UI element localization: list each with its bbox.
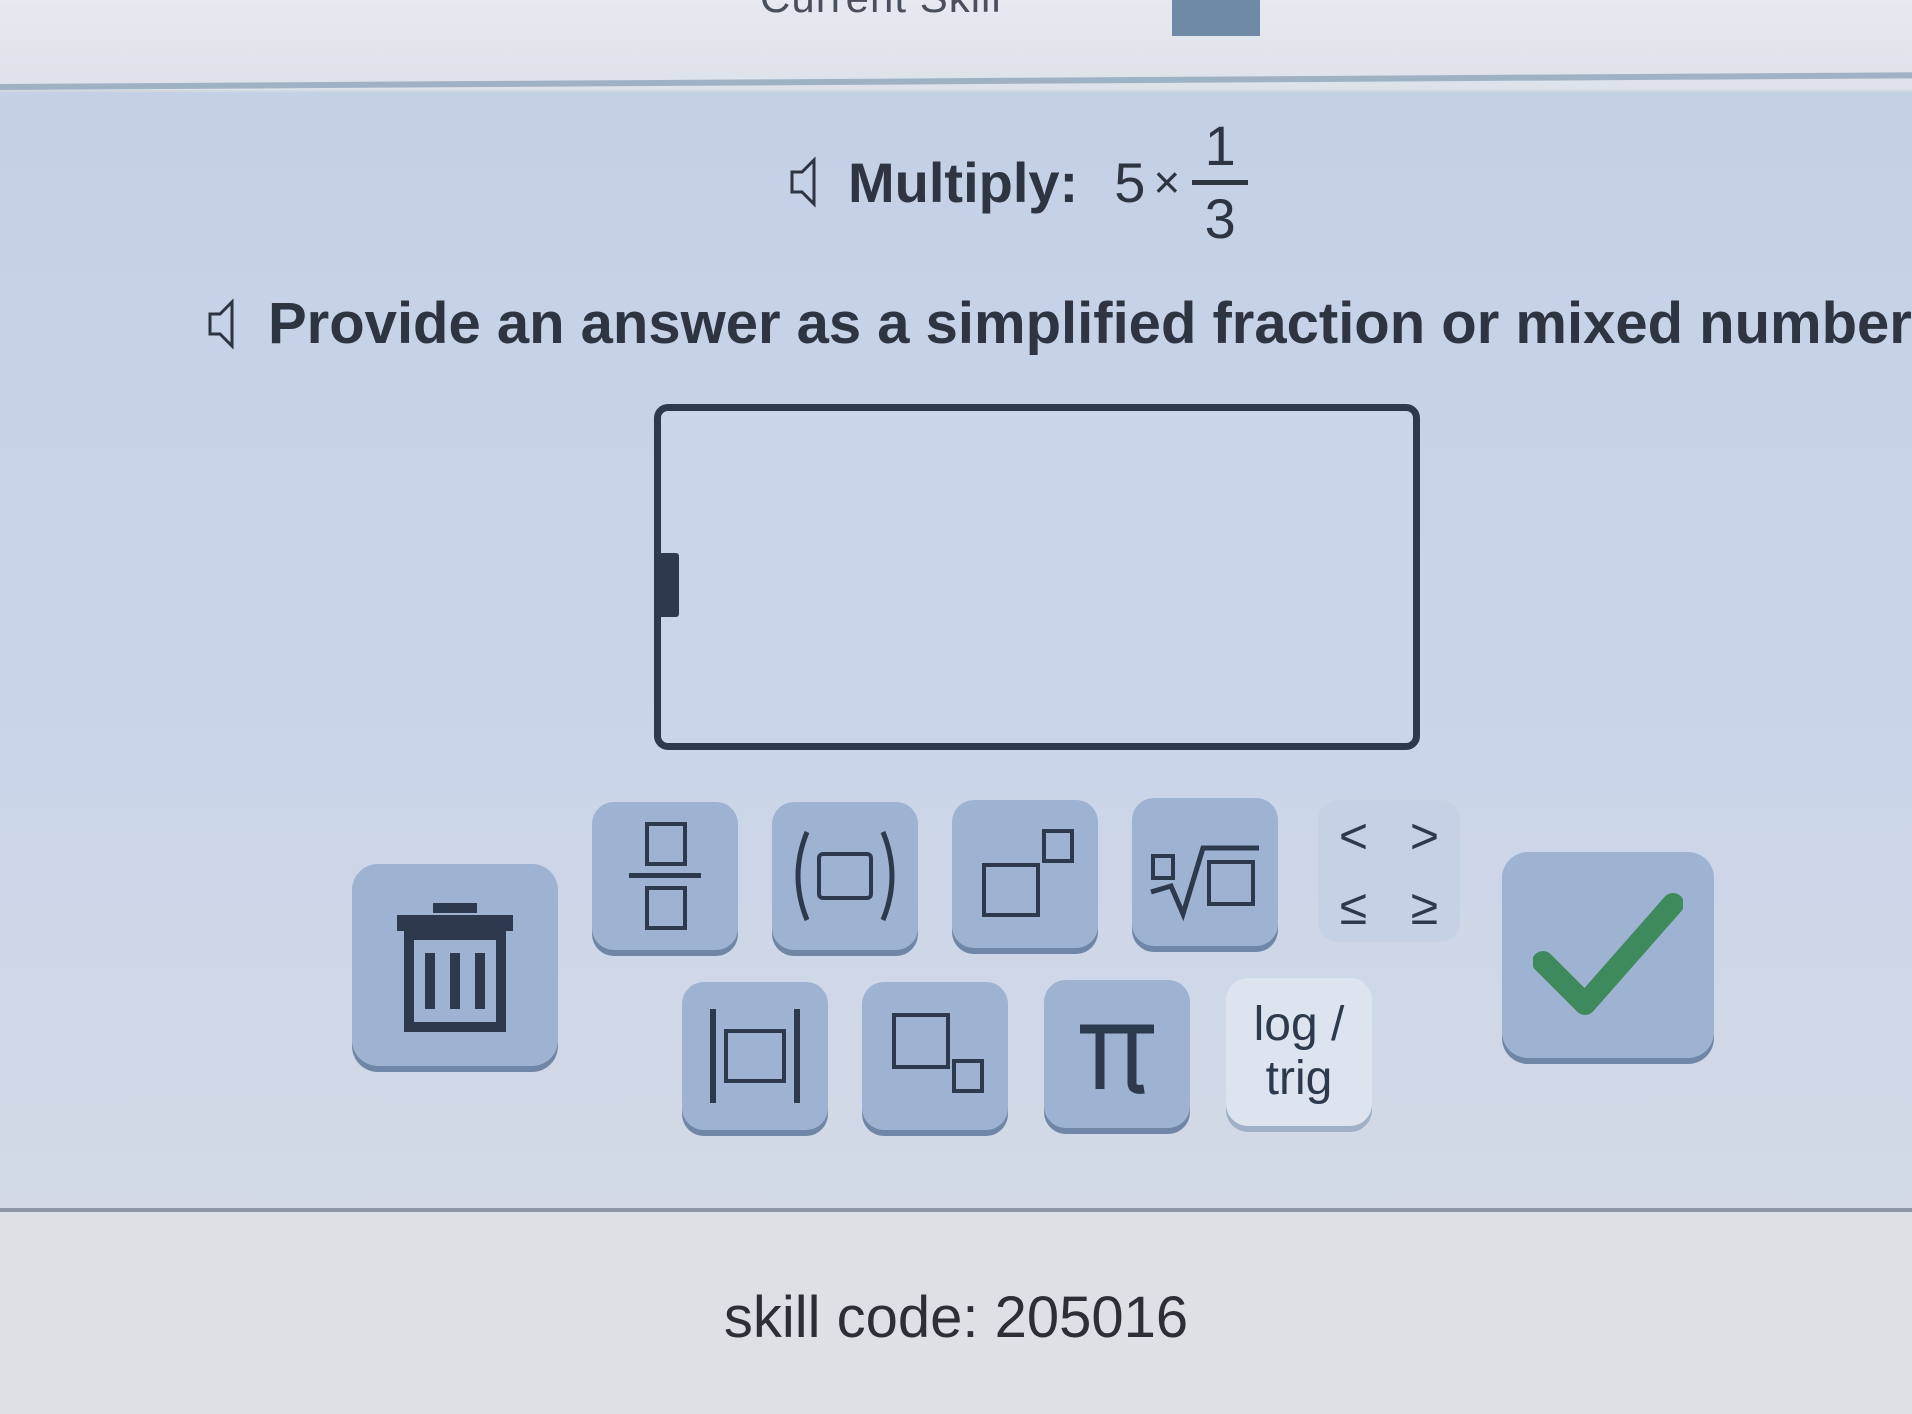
log-trig-key[interactable]: log / trig [1226, 978, 1372, 1126]
math-expression: 5 × 1 3 [1114, 113, 1249, 250]
instruction-text: Provide an answer as a simplified fracti… [268, 291, 1912, 356]
nth-root-template-icon [1150, 845, 1259, 922]
inequality-keys: < > ≤ ≥ [1318, 800, 1460, 942]
log-label: log / [1253, 998, 1345, 1051]
pi-icon [1080, 1024, 1154, 1094]
subscript-template-icon [892, 1013, 984, 1093]
header-bar: Current Skill [0, 0, 1912, 90]
checkmark-icon [1533, 893, 1683, 1015]
exponent-template-icon [982, 829, 1074, 917]
parentheses-key[interactable] [772, 802, 918, 950]
question-prompt: Multiply: [848, 150, 1079, 214]
absolute-value-template-icon [710, 1009, 800, 1103]
clear-button[interactable] [352, 864, 558, 1066]
instruction-row: Provide an answer as a simplified fracti… [206, 290, 1912, 357]
header-divider [0, 72, 1912, 90]
header-tab[interactable] [1172, 0, 1260, 36]
whole-number: 5 [1114, 150, 1146, 214]
fraction-denominator: 3 [1204, 186, 1236, 250]
header-title: Current Skill [760, 0, 1002, 22]
pi-key[interactable] [1044, 980, 1190, 1128]
root-key[interactable] [1132, 798, 1278, 946]
question-row: Multiply: 5 × 1 3 [788, 112, 1249, 252]
absolute-value-key[interactable] [682, 982, 828, 1130]
fraction-template-icon [629, 822, 701, 930]
less-than-key[interactable]: < [1339, 807, 1368, 865]
speaker-icon[interactable] [206, 296, 250, 352]
greater-than-key[interactable]: > [1410, 807, 1439, 865]
fraction-bar [1192, 179, 1249, 185]
speaker-icon[interactable] [788, 154, 832, 210]
trash-icon [397, 903, 513, 1032]
text-cursor [657, 553, 679, 617]
skill-code: skill code: 205016 [723, 1285, 1189, 1350]
parentheses-template-icon [795, 831, 895, 921]
less-equal-key[interactable]: ≤ [1340, 878, 1367, 936]
times-operator: × [1153, 156, 1181, 208]
subscript-key[interactable] [862, 982, 1008, 1130]
submit-button[interactable] [1502, 852, 1714, 1058]
fraction-key[interactable] [592, 802, 738, 950]
greater-equal-key[interactable]: ≥ [1411, 878, 1438, 936]
fraction: 1 3 [1192, 113, 1249, 250]
fraction-numerator: 1 [1204, 113, 1236, 177]
trig-label: trig [1265, 1052, 1333, 1105]
exponent-key[interactable] [952, 800, 1098, 948]
answer-input[interactable] [654, 404, 1420, 750]
